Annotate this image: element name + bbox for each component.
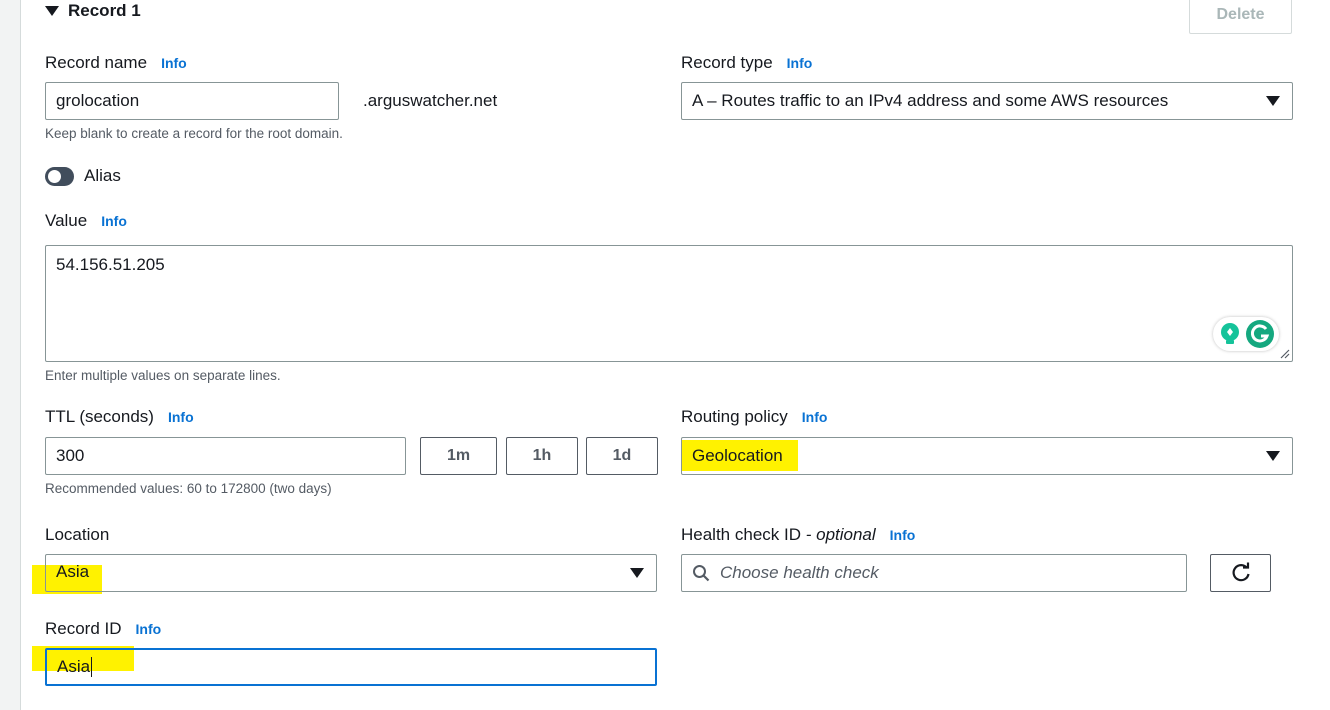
record-id-label: Record ID <box>45 619 122 638</box>
text-cursor <box>91 657 93 677</box>
routing-policy-info-link[interactable]: Info <box>802 409 828 425</box>
routing-policy-label-row: Routing policy Info <box>681 407 827 427</box>
location-select[interactable]: Asia <box>45 554 657 592</box>
alias-toggle[interactable] <box>45 166 74 186</box>
caret-down-icon <box>1266 96 1280 106</box>
record-section-title: Record 1 <box>68 1 141 20</box>
value-info-link[interactable]: Info <box>101 213 127 229</box>
health-check-label: Health check ID <box>681 525 801 544</box>
health-check-input[interactable]: Choose health check <box>681 554 1187 592</box>
value-label-row: Value Info <box>45 211 127 231</box>
record-name-hint: Keep blank to create a record for the ro… <box>45 126 343 141</box>
health-check-placeholder: Choose health check <box>720 563 879 582</box>
resize-handle-icon[interactable] <box>1278 347 1290 359</box>
record-name-label-row: Record name Info <box>45 53 187 73</box>
record-name-input[interactable]: grolocation <box>45 82 339 120</box>
delete-button[interactable]: Delete <box>1189 0 1292 34</box>
value-textarea[interactable]: 54.156.51.205 <box>45 245 1293 362</box>
record-type-label: Record type <box>681 53 773 72</box>
value-label: Value <box>45 211 88 230</box>
health-check-info-link[interactable]: Info <box>890 527 916 543</box>
refresh-icon <box>1232 562 1250 582</box>
ttl-info-link[interactable]: Info <box>168 409 194 425</box>
health-check-label-row: Health check ID - optional Info <box>681 525 915 545</box>
caret-down-icon <box>1266 451 1280 461</box>
record-type-select[interactable]: A – Routes traffic to an IPv4 address an… <box>681 82 1293 120</box>
alias-row: Alias <box>45 166 121 186</box>
caret-down-icon <box>630 568 644 578</box>
collapse-caret-icon[interactable] <box>45 6 59 16</box>
domain-suffix: .arguswatcher.net <box>363 91 498 110</box>
record-id-input[interactable]: Asia <box>45 648 657 686</box>
value-hint: Enter multiple values on separate lines. <box>45 368 281 383</box>
ttl-hint: Recommended values: 60 to 172800 (two da… <box>45 481 332 496</box>
routing-policy-value: Geolocation <box>692 446 783 465</box>
refresh-button[interactable] <box>1210 554 1271 592</box>
location-value: Asia <box>56 562 90 581</box>
value-text: 54.156.51.205 <box>56 255 165 274</box>
ttl-label: TTL (seconds) <box>45 407 154 426</box>
routing-policy-select[interactable]: Geolocation <box>681 437 1293 475</box>
alias-label: Alias <box>84 166 121 185</box>
health-check-optional: - optional <box>805 525 876 544</box>
ttl-1d-button[interactable]: 1d <box>586 437 658 475</box>
record-id-value: Asia <box>57 657 91 676</box>
record-name-info-link[interactable]: Info <box>161 55 187 71</box>
record-type-label-row: Record type Info <box>681 53 812 73</box>
record-type-value: A – Routes traffic to an IPv4 address an… <box>692 91 1169 110</box>
routing-policy-label: Routing policy <box>681 407 788 426</box>
record-type-info-link[interactable]: Info <box>787 55 813 71</box>
record-section-header[interactable]: Record 1 <box>45 1 141 21</box>
ttl-label-row: TTL (seconds) Info <box>45 407 194 427</box>
ttl-input[interactable]: 300 <box>45 437 406 475</box>
record-name-label: Record name <box>45 53 148 72</box>
ttl-1m-button[interactable]: 1m <box>420 437 497 475</box>
record-id-info-link[interactable]: Info <box>136 621 162 637</box>
record-id-label-row: Record ID Info <box>45 619 161 639</box>
ttl-1h-button[interactable]: 1h <box>506 437 578 475</box>
alias-toggle-knob <box>48 169 61 183</box>
location-label: Location <box>45 525 110 544</box>
search-icon <box>693 565 710 582</box>
grammarly-icon[interactable] <box>1244 317 1278 351</box>
grammarly-widget[interactable] <box>1213 317 1279 351</box>
